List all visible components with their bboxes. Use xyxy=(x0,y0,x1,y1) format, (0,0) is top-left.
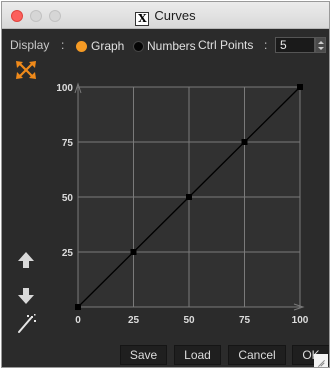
x-tick-label: 25 xyxy=(128,315,140,326)
x-tick-label: 50 xyxy=(183,315,195,326)
ctrl-points-stepper[interactable] xyxy=(315,37,326,53)
control-point[interactable] xyxy=(241,139,248,145)
curve-graph[interactable]: 0 25 50 75 100 100 75 50 25 xyxy=(47,72,325,340)
x-tick-label: 75 xyxy=(239,315,251,326)
cancel-button[interactable]: Cancel xyxy=(228,345,286,365)
curves-dialog: X Curves Display : Graph Numbers Ctrl Poi… xyxy=(1,1,330,368)
display-separator: : xyxy=(61,38,65,52)
curve-graph-canvas[interactable]: 0 25 50 75 100 100 75 50 25 xyxy=(47,72,325,340)
magic-wand-icon xyxy=(18,314,36,333)
y-tick-label: 25 xyxy=(62,248,74,259)
x-logo-icon: X xyxy=(135,12,150,26)
dialog-button-bar: Save Load Cancel OK xyxy=(2,340,329,367)
numbers-radio-label[interactable]: Numbers xyxy=(147,39,196,53)
arrow-up-icon xyxy=(18,252,34,268)
ctrl-points-input[interactable]: 5 xyxy=(275,37,315,53)
title-bar[interactable]: X Curves xyxy=(2,2,329,29)
magic-wand-tool[interactable] xyxy=(14,313,38,335)
y-tick-label: 75 xyxy=(62,138,74,149)
control-point[interactable] xyxy=(75,304,81,310)
save-button[interactable]: Save xyxy=(120,345,167,365)
display-options-row: Display : Graph Numbers Ctrl Points : 5 xyxy=(2,29,329,55)
x-tick-label: 100 xyxy=(292,315,309,326)
ctrl-points-label: Ctrl Points xyxy=(198,38,254,52)
resize-grip-icon[interactable] xyxy=(314,354,328,367)
control-point[interactable] xyxy=(186,194,192,200)
numbers-radio[interactable] xyxy=(133,41,144,52)
window-title: Curves xyxy=(154,8,196,23)
arrow-down-icon xyxy=(18,288,34,304)
display-label: Display xyxy=(10,38,50,52)
move-up-tool[interactable] xyxy=(14,249,38,271)
control-point[interactable] xyxy=(130,249,137,255)
control-point[interactable] xyxy=(297,84,303,90)
x-tick-label: 0 xyxy=(75,315,81,326)
window-title-group: X Curves xyxy=(2,8,329,26)
load-button[interactable]: Load xyxy=(174,345,221,365)
graph-radio-label[interactable]: Graph xyxy=(91,39,124,53)
orange-cross-arrows-icon xyxy=(16,61,36,79)
y-tick-label: 50 xyxy=(62,193,74,204)
graph-radio[interactable] xyxy=(76,41,87,52)
move-down-tool[interactable] xyxy=(14,285,38,307)
reset-curve-tool[interactable] xyxy=(14,59,38,81)
ctrl-points-separator: : xyxy=(264,38,268,52)
y-tick-label: 100 xyxy=(56,83,73,94)
